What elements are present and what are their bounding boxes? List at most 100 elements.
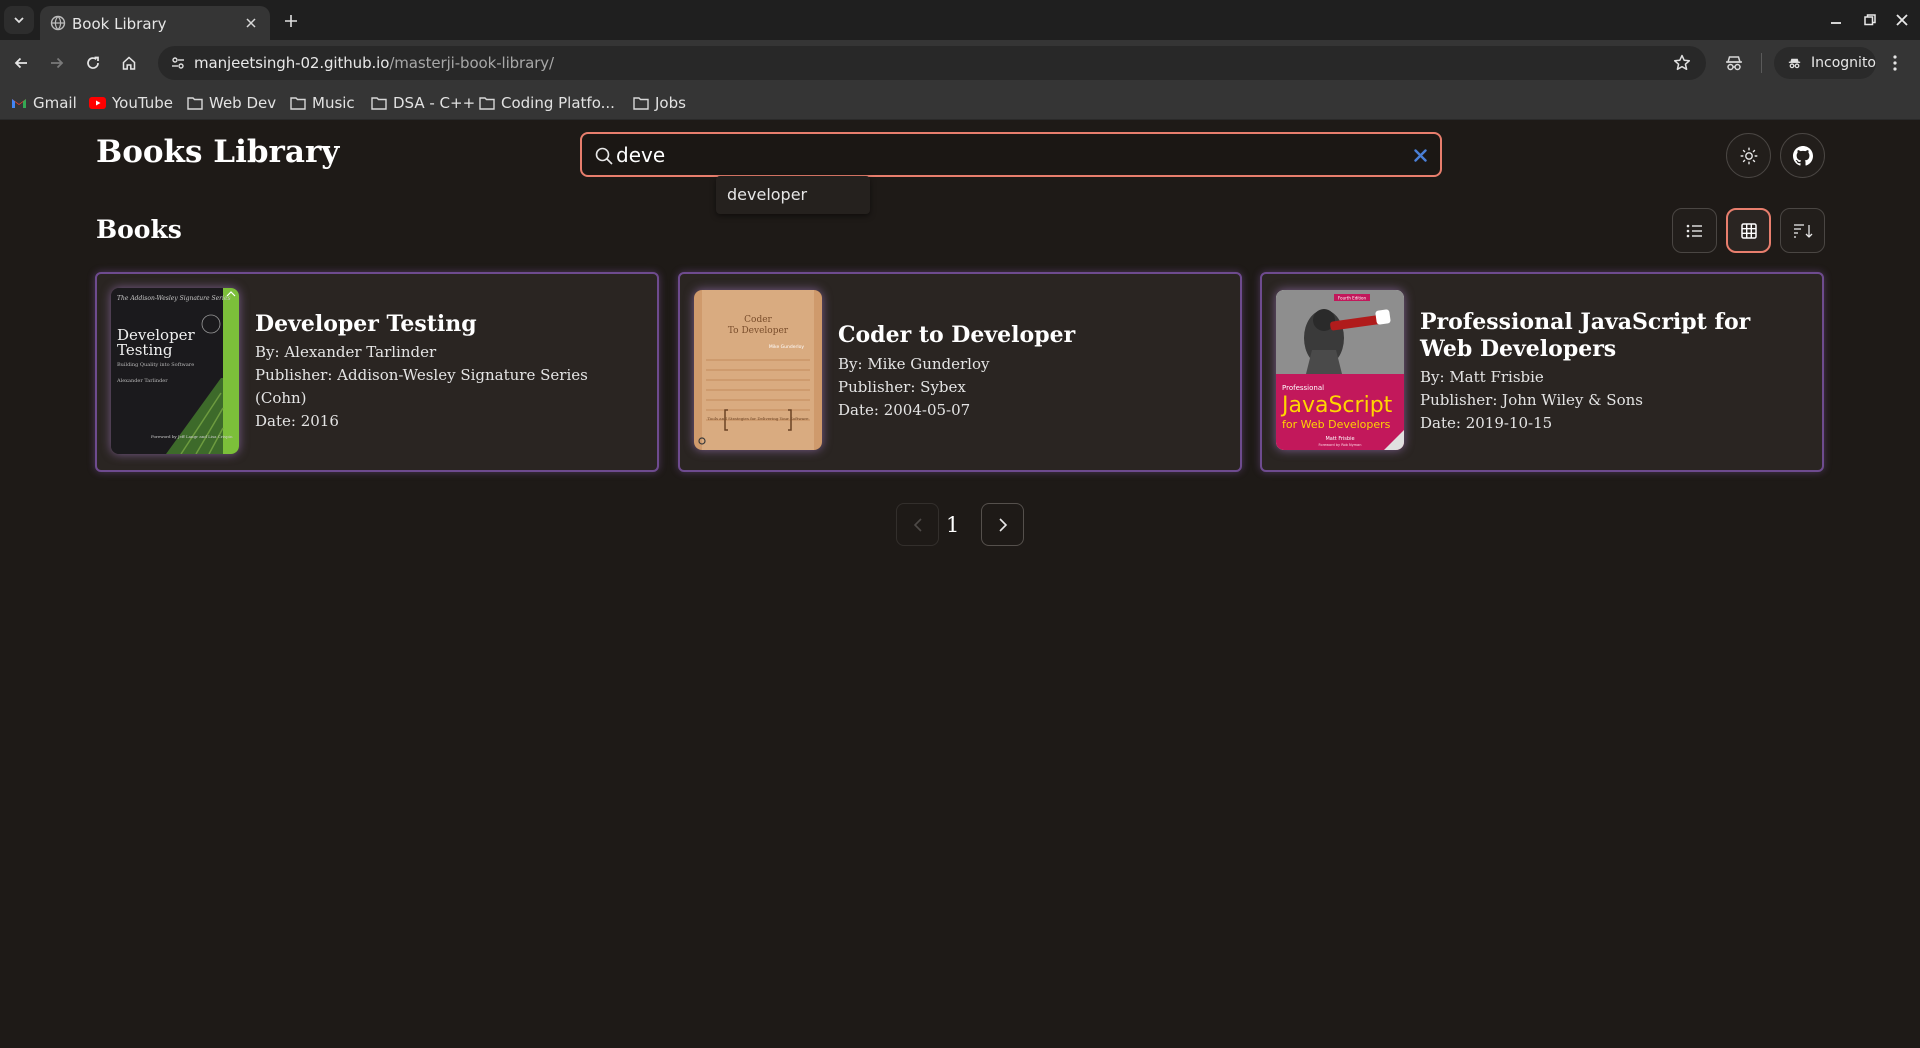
sort-button[interactable] xyxy=(1780,208,1825,253)
bookmark-folder-music[interactable]: Music xyxy=(290,92,355,114)
book-title: Coder to Developer xyxy=(838,322,1076,349)
book-card[interactable]: Coder To Developer Mike Gunderloy Tools … xyxy=(678,272,1242,472)
bookmark-label: YouTube xyxy=(112,94,173,112)
arrow-left-icon xyxy=(14,57,27,69)
close-icon xyxy=(246,18,256,28)
arrow-right-icon xyxy=(51,57,64,69)
minimize-icon xyxy=(1831,22,1841,24)
back-button[interactable] xyxy=(9,51,33,75)
incognito-indicator[interactable]: Incognito xyxy=(1774,47,1876,79)
book-date: Date: 2016 xyxy=(255,412,339,431)
more-vert-icon xyxy=(1893,55,1897,71)
book-author: By: Alexander Tarlinder xyxy=(255,343,437,362)
bookmark-label: Coding Platfo... xyxy=(501,94,615,112)
theme-toggle-button[interactable] xyxy=(1726,133,1771,178)
folder-icon xyxy=(371,97,387,110)
book-title: Professional JavaScript for Web Develope… xyxy=(1420,309,1751,362)
incognito-icon xyxy=(1788,58,1801,69)
cover-title-line2: Testing xyxy=(117,341,173,359)
list-view-button[interactable] xyxy=(1672,208,1717,253)
site-title: Books Library xyxy=(96,134,340,170)
bookmarks-bar: Gmail YouTube Web Dev Music DSA - C++ Co… xyxy=(0,86,1920,120)
toolbar-separator xyxy=(1761,53,1762,73)
autocomplete-option[interactable]: developer xyxy=(727,185,807,204)
cover-subtitle: Building Quality into Software xyxy=(117,362,194,368)
bookmark-folder-dsa[interactable]: DSA - C++ xyxy=(371,92,475,114)
search-icon xyxy=(595,147,613,165)
current-page-number: 1 xyxy=(946,513,960,537)
book-cover-image: Fourth Edition Professional JavaScript f… xyxy=(1276,290,1404,450)
cover-prefix: Professional xyxy=(1282,384,1324,392)
clear-search-button[interactable] xyxy=(1410,145,1430,165)
book-card[interactable]: Fourth Edition Professional JavaScript f… xyxy=(1260,272,1824,472)
grid-view-button[interactable] xyxy=(1726,208,1771,253)
home-button[interactable] xyxy=(117,51,141,75)
restore-button[interactable] xyxy=(1860,10,1880,30)
incognito-label: Incognito xyxy=(1811,55,1876,71)
site-info-button[interactable] xyxy=(166,51,190,75)
cover-author: Alexander Tarlinder xyxy=(116,378,168,384)
reload-icon xyxy=(87,56,99,69)
folder-icon xyxy=(479,97,495,110)
book-cover-image: The Addison-Wesley Signature Series Deve… xyxy=(111,288,239,454)
search-box[interactable] xyxy=(580,132,1442,177)
close-window-button[interactable] xyxy=(1892,10,1912,30)
close-icon xyxy=(1896,14,1908,26)
forward-button[interactable] xyxy=(45,51,69,75)
book-author: By: Matt Frisbie xyxy=(1420,367,1544,386)
bookmark-gmail[interactable]: Gmail xyxy=(11,92,77,114)
cover-title-line2: To Developer xyxy=(728,326,789,336)
bookmark-folder-jobs[interactable]: Jobs xyxy=(633,92,686,114)
folder-icon xyxy=(290,97,306,110)
cover-title: JavaScript xyxy=(1280,393,1393,418)
book-card[interactable]: The Addison-Wesley Signature Series Deve… xyxy=(95,272,659,472)
url-path: /masterji-book-library/ xyxy=(389,54,555,72)
search-input[interactable] xyxy=(616,142,1376,168)
browser-tabstrip: Book Library xyxy=(0,0,1920,40)
home-icon xyxy=(122,56,136,70)
tab-search-button[interactable] xyxy=(4,6,34,34)
book-publisher: Publisher: Addison-Wesley Signature Seri… xyxy=(255,366,588,408)
previous-page-button[interactable] xyxy=(896,503,939,546)
autocomplete-dropdown: developer xyxy=(716,176,870,214)
list-icon xyxy=(1686,224,1702,237)
section-title: Books xyxy=(96,215,182,244)
bookmark-label: Gmail xyxy=(33,94,77,112)
url-host: manjeetsingh-02.github.io xyxy=(194,54,390,72)
reload-button[interactable] xyxy=(81,51,105,75)
gmail-icon xyxy=(12,99,26,108)
bookmark-folder-web-dev[interactable]: Web Dev xyxy=(187,92,276,114)
browser-menu-button[interactable] xyxy=(1884,52,1906,74)
url-text[interactable]: manjeetsingh-02.github.io/masterji-book-… xyxy=(194,54,554,72)
bookmark-youtube[interactable]: YouTube xyxy=(89,92,173,114)
cover-tagline: Tools and Strategies for Delivering Your… xyxy=(708,416,810,421)
address-bar[interactable]: manjeetsingh-02.github.io/masterji-book-… xyxy=(158,46,1706,80)
next-page-button[interactable] xyxy=(981,503,1024,546)
browser-tab-active[interactable]: Book Library xyxy=(40,6,270,40)
chevron-down-icon xyxy=(14,17,24,24)
cover-title-line1: Coder xyxy=(744,315,772,325)
bookmark-star-icon[interactable] xyxy=(1672,53,1692,73)
restore-icon xyxy=(1864,14,1876,26)
book-cover-image: Coder To Developer Mike Gunderloy Tools … xyxy=(694,290,822,450)
tab-close-button[interactable] xyxy=(242,14,260,32)
book-publisher: Publisher: Sybex xyxy=(838,377,966,396)
cover-subtitle: for Web Developers xyxy=(1282,418,1391,431)
tab-title: Book Library xyxy=(72,15,167,33)
youtube-icon xyxy=(89,97,106,109)
bookmark-label: Jobs xyxy=(655,94,686,112)
new-tab-button[interactable] xyxy=(280,10,302,32)
github-link-button[interactable] xyxy=(1780,133,1825,178)
minimize-button[interactable] xyxy=(1826,10,1846,30)
browser-toolbar: manjeetsingh-02.github.io/masterji-book-… xyxy=(0,40,1920,86)
grid-icon xyxy=(1740,222,1757,239)
cover-foreword: Foreword by Rob Nyman xyxy=(1319,443,1362,447)
github-icon xyxy=(1792,145,1813,166)
bookmark-label: Music xyxy=(312,94,355,112)
book-date: Date: 2004-05-07 xyxy=(838,400,971,419)
bookmark-label: DSA - C++ xyxy=(393,94,476,112)
incognito-extension-icon[interactable] xyxy=(1722,51,1746,75)
plus-icon xyxy=(285,15,297,27)
bookmark-folder-coding[interactable]: Coding Platfo... xyxy=(479,92,615,114)
book-author: By: Mike Gunderloy xyxy=(838,354,990,373)
